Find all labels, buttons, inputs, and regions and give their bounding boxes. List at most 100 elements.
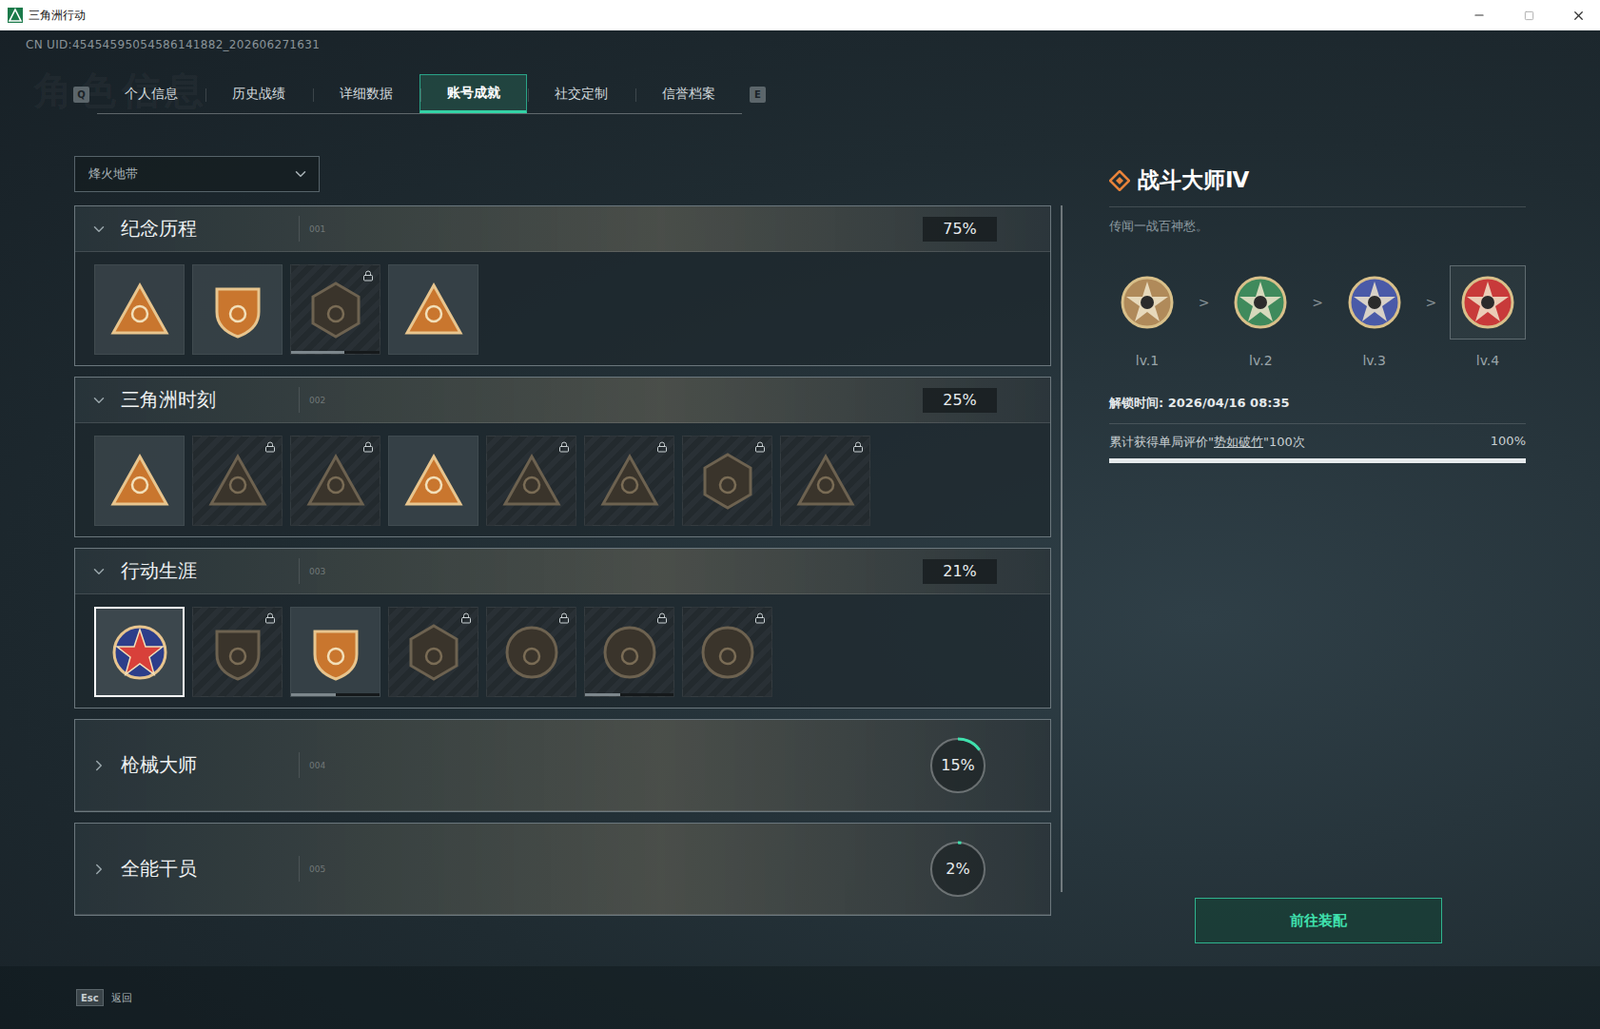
- lock-icon: [754, 612, 766, 625]
- level-item[interactable]: lv.1: [1109, 265, 1186, 369]
- badge-row: [75, 252, 1051, 366]
- badge-tile[interactable]: [682, 606, 773, 698]
- badge-tile[interactable]: [94, 264, 185, 355]
- section-title: 纪念历程: [120, 215, 197, 242]
- detail-title: 战斗大师Ⅳ: [1137, 165, 1249, 196]
- badge-tile[interactable]: [192, 264, 283, 355]
- achievement-section: 三角洲时刻00225%: [74, 376, 1052, 538]
- section-header[interactable]: 行动生涯00321%: [75, 548, 1051, 595]
- equip-button[interactable]: 前往装配: [1194, 897, 1443, 944]
- achievement-list: 烽火地带纪念历程00175%三角洲时刻00225%行动生涯00321%枪械大师0…: [74, 156, 1052, 944]
- tab[interactable]: 社交定制: [526, 74, 635, 114]
- level-item[interactable]: lv.2: [1222, 265, 1299, 369]
- lock-icon: [558, 612, 570, 625]
- section-title: 枪械大师: [120, 752, 197, 779]
- back-label[interactable]: 返回: [111, 991, 133, 1006]
- badge-progress: [291, 693, 380, 697]
- chevron-down-icon: [90, 220, 108, 238]
- badge-tile[interactable]: [388, 264, 479, 355]
- medal-icon: [1459, 273, 1517, 332]
- level-item[interactable]: lv.3: [1336, 265, 1413, 369]
- tab[interactable]: 账号成就: [419, 74, 527, 114]
- lock-icon: [656, 612, 668, 625]
- badge-emblem-icon: [599, 450, 661, 512]
- badge-progress: [585, 693, 674, 697]
- close-button[interactable]: [1556, 0, 1600, 31]
- badge-tile[interactable]: [388, 435, 479, 527]
- close-icon: [1571, 8, 1586, 23]
- next-tab-key[interactable]: E: [749, 86, 766, 103]
- chevron-right-icon: [90, 860, 108, 879]
- esc-key[interactable]: Esc: [76, 989, 104, 1007]
- tab[interactable]: 详细数据: [312, 74, 420, 114]
- level-label: lv.2: [1248, 352, 1272, 369]
- medal-icon: [1346, 273, 1404, 332]
- section-header[interactable]: 纪念历程00175%: [75, 206, 1051, 253]
- level-separator: >: [1424, 294, 1437, 311]
- lock-icon: [362, 270, 374, 282]
- section-title: 三角洲时刻: [120, 387, 216, 413]
- section-percent: 21%: [922, 559, 997, 585]
- chevron-down-icon: [292, 165, 310, 183]
- badge-tile[interactable]: [486, 435, 577, 527]
- section-header[interactable]: 全能干员0052%: [75, 823, 1051, 916]
- chevron-down-icon: [90, 563, 108, 581]
- badge-progress: [291, 351, 380, 354]
- badge-emblem-icon: [599, 622, 661, 683]
- level-item[interactable]: lv.4: [1449, 265, 1526, 369]
- section-percent: 75%: [922, 216, 997, 242]
- badge-tile[interactable]: [290, 606, 381, 698]
- badge-tile[interactable]: [94, 435, 185, 527]
- maximize-button[interactable]: [1506, 0, 1551, 31]
- badge-emblem-icon: [501, 622, 563, 683]
- badge-emblem-icon: [697, 450, 759, 512]
- badge-tile[interactable]: [290, 264, 381, 355]
- lock-icon: [656, 441, 668, 453]
- badge-tile[interactable]: [94, 606, 185, 698]
- chevron-right-icon: [90, 757, 108, 775]
- badge-tile[interactable]: [584, 606, 675, 698]
- badge-tile[interactable]: [192, 606, 283, 698]
- mode-select[interactable]: 烽火地带: [74, 156, 320, 193]
- lock-badge: [852, 441, 864, 453]
- badge-row: [75, 423, 1051, 537]
- scrollbar[interactable]: [1060, 205, 1063, 893]
- badge-tile[interactable]: [780, 435, 871, 527]
- badge-tile[interactable]: [290, 435, 381, 527]
- lock-icon: [362, 441, 374, 453]
- lock-icon: [558, 441, 570, 453]
- tab[interactable]: 信誉档案: [634, 74, 742, 114]
- section-header[interactable]: 枪械大师00415%: [75, 720, 1051, 812]
- lock-badge: [656, 612, 668, 625]
- prev-tab-key[interactable]: Q: [73, 86, 90, 103]
- tab[interactable]: 个人信息: [97, 74, 205, 114]
- section-header[interactable]: 三角洲时刻00225%: [75, 377, 1051, 424]
- badge-tile[interactable]: [192, 435, 283, 527]
- app-logo-icon: [7, 7, 23, 23]
- level-label: lv.4: [1476, 352, 1500, 369]
- progress-ring: 15%: [928, 736, 988, 796]
- badge-tile[interactable]: [486, 606, 577, 698]
- badge-tile[interactable]: [388, 606, 479, 698]
- minimize-button[interactable]: [1457, 0, 1502, 31]
- lock-icon: [264, 612, 276, 625]
- badge-tile[interactable]: [584, 435, 675, 527]
- badge-tile[interactable]: [682, 435, 773, 527]
- badge-emblem-icon: [305, 622, 367, 683]
- tab-bar: Q 个人信息历史战绩详细数据账号成就社交定制信誉档案 E: [73, 74, 1600, 115]
- maximize-icon: [1523, 10, 1535, 21]
- section-code: 003: [309, 566, 326, 577]
- badge-emblem-icon: [501, 450, 563, 512]
- app-window: 三角洲行动角色信息CN UID:45454595054586141882_202…: [0, 0, 1600, 1029]
- badge-emblem-icon: [109, 622, 171, 683]
- tab[interactable]: 历史战绩: [204, 74, 313, 114]
- requirement-link[interactable]: 势如破竹: [1213, 434, 1264, 449]
- achievement-section: 全能干员0052%: [74, 822, 1052, 917]
- lock-badge: [558, 612, 570, 625]
- badge-emblem-icon: [305, 279, 367, 341]
- page-watermark: 角色信息: [34, 64, 210, 118]
- section-percent: 2%: [945, 859, 970, 879]
- lock-badge: [264, 441, 276, 453]
- unlock-time: 解锁时间: 2026/04/16 08:35: [1109, 394, 1526, 425]
- lock-badge: [656, 441, 668, 453]
